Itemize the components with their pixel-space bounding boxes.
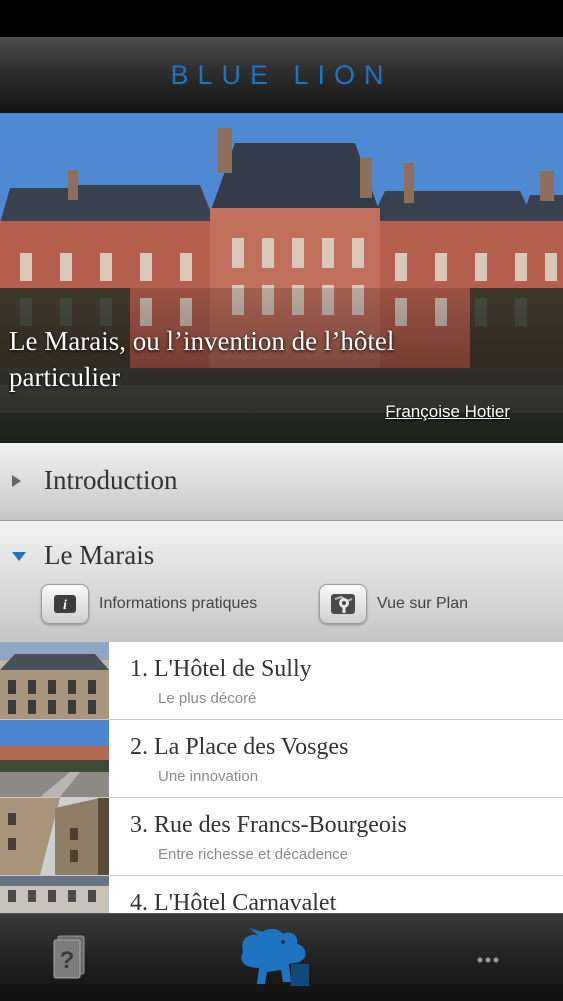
place-thumbnail [0,876,109,913]
place-thumbnail [0,798,109,875]
list-item[interactable]: 2. La Place des Vosges Une innovation [0,720,563,798]
list-item[interactable]: 1. L'Hôtel de Sully Le plus décoré [0,642,563,720]
hero-banner[interactable]: Le Marais, ou l’invention de l’hôtel par… [0,113,563,443]
author-link[interactable]: Françoise Hotier [385,402,510,422]
map-view-label: Vue sur Plan [377,595,469,612]
list-item[interactable]: 3. Rue des Francs-Bourgeois Entre riches… [0,798,563,876]
info-icon: i [41,584,89,624]
disclosure-collapsed-icon [12,475,21,487]
tab-bar: ? [0,913,563,1001]
place-subtitle: Entre richesse et décadence [158,846,349,863]
help-card-icon[interactable]: ? [52,932,90,980]
place-subtitle: Le plus décoré [158,690,257,707]
svg-text:i: i [63,598,67,613]
svg-text:?: ? [60,947,75,974]
section-le-marais[interactable]: Le Marais i Informations pratiques Vue s… [0,521,563,642]
place-subtitle: Une innovation [158,768,259,785]
section-title: Introduction [44,465,178,495]
place-title: 2. La Place des Vosges [130,734,349,760]
practical-info-button[interactable]: i Informations pratiques [41,584,257,624]
status-bar [0,0,563,37]
list-item[interactable]: 4. L'Hôtel Carnavalet [0,876,563,913]
section-title: Le Marais [44,540,155,570]
app-header: BLUE LION [0,37,563,113]
brand-logo-text: BLUE LION [170,59,393,90]
map-view-button[interactable]: Vue sur Plan [319,584,468,624]
place-thumbnail [0,642,109,719]
place-title: 4. L'Hôtel Carnavalet [130,890,337,913]
map-icon [319,584,367,624]
place-thumbnail [0,720,109,797]
hero-title: Le Marais, ou l’invention de l’hôtel par… [9,326,395,392]
practical-info-label: Informations pratiques [99,595,258,612]
disclosure-expanded-icon [12,552,26,561]
more-icon[interactable] [476,952,500,963]
section-introduction[interactable]: Introduction [0,443,563,521]
place-title: 3. Rue des Francs-Bourgeois [130,812,407,838]
place-title: 1. L'Hôtel de Sully [130,656,312,682]
lion-logo-icon[interactable] [229,924,315,990]
places-list[interactable]: 1. L'Hôtel de Sully Le plus décoré 2. La… [0,642,563,913]
